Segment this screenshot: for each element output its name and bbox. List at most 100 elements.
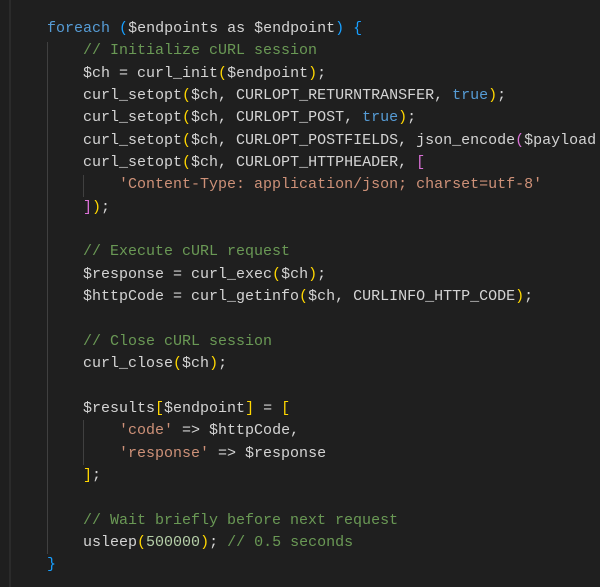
code-token: 'response' xyxy=(119,444,210,462)
code-token: [ xyxy=(281,399,291,417)
code-token: => $response xyxy=(209,444,327,462)
code-token: ) xyxy=(200,533,210,551)
code-token: $endpoints as $endpoint xyxy=(128,20,336,37)
code-token: foreach xyxy=(47,20,111,37)
code-line[interactable]: } xyxy=(11,554,596,576)
code-line[interactable]: // Execute cURL request xyxy=(11,241,596,263)
code-token: true xyxy=(452,87,489,105)
code-line[interactable]: foreach ($endpoints as $endpoint) { xyxy=(11,18,596,40)
code-line[interactable]: ]; xyxy=(11,465,596,487)
code-token: ; xyxy=(317,64,327,82)
code-line[interactable]: // Initialize cURL session xyxy=(11,40,596,62)
code-line[interactable]: 'code' => $httpCode, xyxy=(11,420,596,442)
code-token: $response = curl_exec xyxy=(11,265,273,283)
code-line[interactable]: 'response' => $response xyxy=(11,443,596,465)
code-line[interactable]: // Wait briefly before next request xyxy=(11,510,596,532)
code-token: ( xyxy=(182,131,192,149)
code-line[interactable]: usleep(500000); // 0.5 seconds xyxy=(11,532,596,554)
code-token: ( xyxy=(218,64,228,82)
code-line[interactable]: curl_close($ch); xyxy=(11,353,596,375)
code-token: $ch, CURLOPT_HTTPHEADER, xyxy=(191,154,417,172)
code-token: curl_setopt xyxy=(11,154,183,172)
code-token: $ch xyxy=(182,355,210,373)
code-token: $results xyxy=(11,399,156,417)
code-token: // 0.5 seconds xyxy=(227,533,354,551)
code-token: ) xyxy=(92,198,102,216)
code-token: ) xyxy=(335,20,345,37)
code-token: ) xyxy=(308,64,318,82)
code-line[interactable]: curl_setopt($ch, CURLOPT_HTTPHEADER, [ xyxy=(11,152,596,174)
code-token: ; xyxy=(317,265,327,283)
code-line[interactable]: $results[$endpoint] = [ xyxy=(11,398,596,420)
code-token: ; xyxy=(407,109,417,127)
code-token: $ch, CURLOPT_POST, xyxy=(191,109,363,127)
code-token: ( xyxy=(182,87,192,105)
code-line[interactable]: curl_setopt($ch, CURLOPT_POST, true); xyxy=(11,107,596,129)
code-token: ] xyxy=(83,466,93,484)
code-token: curl_setopt xyxy=(11,131,183,149)
code-token: => $httpCode, xyxy=(173,422,300,440)
code-line[interactable] xyxy=(11,487,596,509)
code-line[interactable]: 'Content-Type: application/json; charset… xyxy=(11,174,596,196)
code-token: ; xyxy=(524,288,534,306)
code-line[interactable] xyxy=(11,376,596,398)
code-token: curl_setopt xyxy=(11,109,183,127)
code-token: ( xyxy=(515,131,525,149)
code-content[interactable]: foreach ($endpoints as $endpoint) { // I… xyxy=(11,18,596,577)
code-token: ] xyxy=(83,198,93,216)
code-token: // Close cURL session xyxy=(83,332,273,350)
code-token: ] xyxy=(245,399,255,417)
code-line[interactable] xyxy=(11,308,596,330)
code-token: ( xyxy=(272,265,282,283)
code-token: $endpoint xyxy=(227,64,309,82)
code-token: ) xyxy=(488,87,498,105)
code-token: ; xyxy=(92,466,102,484)
code-token: $httpCode = curl_getinfo xyxy=(11,288,300,306)
code-line[interactable]: ]); xyxy=(11,197,596,219)
code-token: usleep xyxy=(11,533,138,551)
code-line[interactable]: $httpCode = curl_getinfo($ch, CURLINFO_H… xyxy=(11,286,596,308)
code-token: { xyxy=(353,20,363,37)
code-token: true xyxy=(362,109,399,127)
code-token: ( xyxy=(137,533,147,551)
code-token: ( xyxy=(173,355,183,373)
code-line[interactable]: curl_setopt($ch, CURLOPT_POSTFIELDS, jso… xyxy=(11,130,596,152)
code-token: $payload xyxy=(524,131,597,149)
code-token: $ch, CURLOPT_RETURNTRANSFER, xyxy=(191,87,453,105)
code-token: // Initialize cURL session xyxy=(83,42,318,60)
code-token: ( xyxy=(182,109,192,127)
code-token: ( xyxy=(182,154,192,172)
code-token: $endpoint xyxy=(164,399,246,417)
code-token: 'code' xyxy=(119,422,174,440)
code-line[interactable] xyxy=(11,219,596,241)
code-token: ) xyxy=(398,109,408,127)
code-token: $ch, CURLINFO_HTTP_CODE xyxy=(308,288,516,306)
code-token: 'Content-Type: application/json; charset… xyxy=(119,176,543,194)
code-token: // Execute cURL request xyxy=(83,243,291,261)
code-token: $ch = curl_init xyxy=(11,64,219,82)
code-token: } xyxy=(47,556,57,574)
code-token: ( xyxy=(299,288,309,306)
code-line[interactable]: curl_setopt($ch, CURLOPT_RETURNTRANSFER,… xyxy=(11,85,596,107)
code-token: ) xyxy=(515,288,525,306)
code-token: ) xyxy=(209,355,219,373)
code-line[interactable]: $response = curl_exec($ch); xyxy=(11,264,596,286)
code-token: ; xyxy=(497,87,507,105)
code-token: curl_close xyxy=(11,355,174,373)
code-token: ; xyxy=(209,533,228,551)
code-token: ; xyxy=(218,355,228,373)
code-line[interactable]: // Close cURL session xyxy=(11,331,596,353)
code-editor[interactable]: foreach ($endpoints as $endpoint) { // I… xyxy=(0,0,600,587)
code-token: = xyxy=(254,399,282,417)
code-line[interactable]: $ch = curl_init($endpoint); xyxy=(11,63,596,85)
